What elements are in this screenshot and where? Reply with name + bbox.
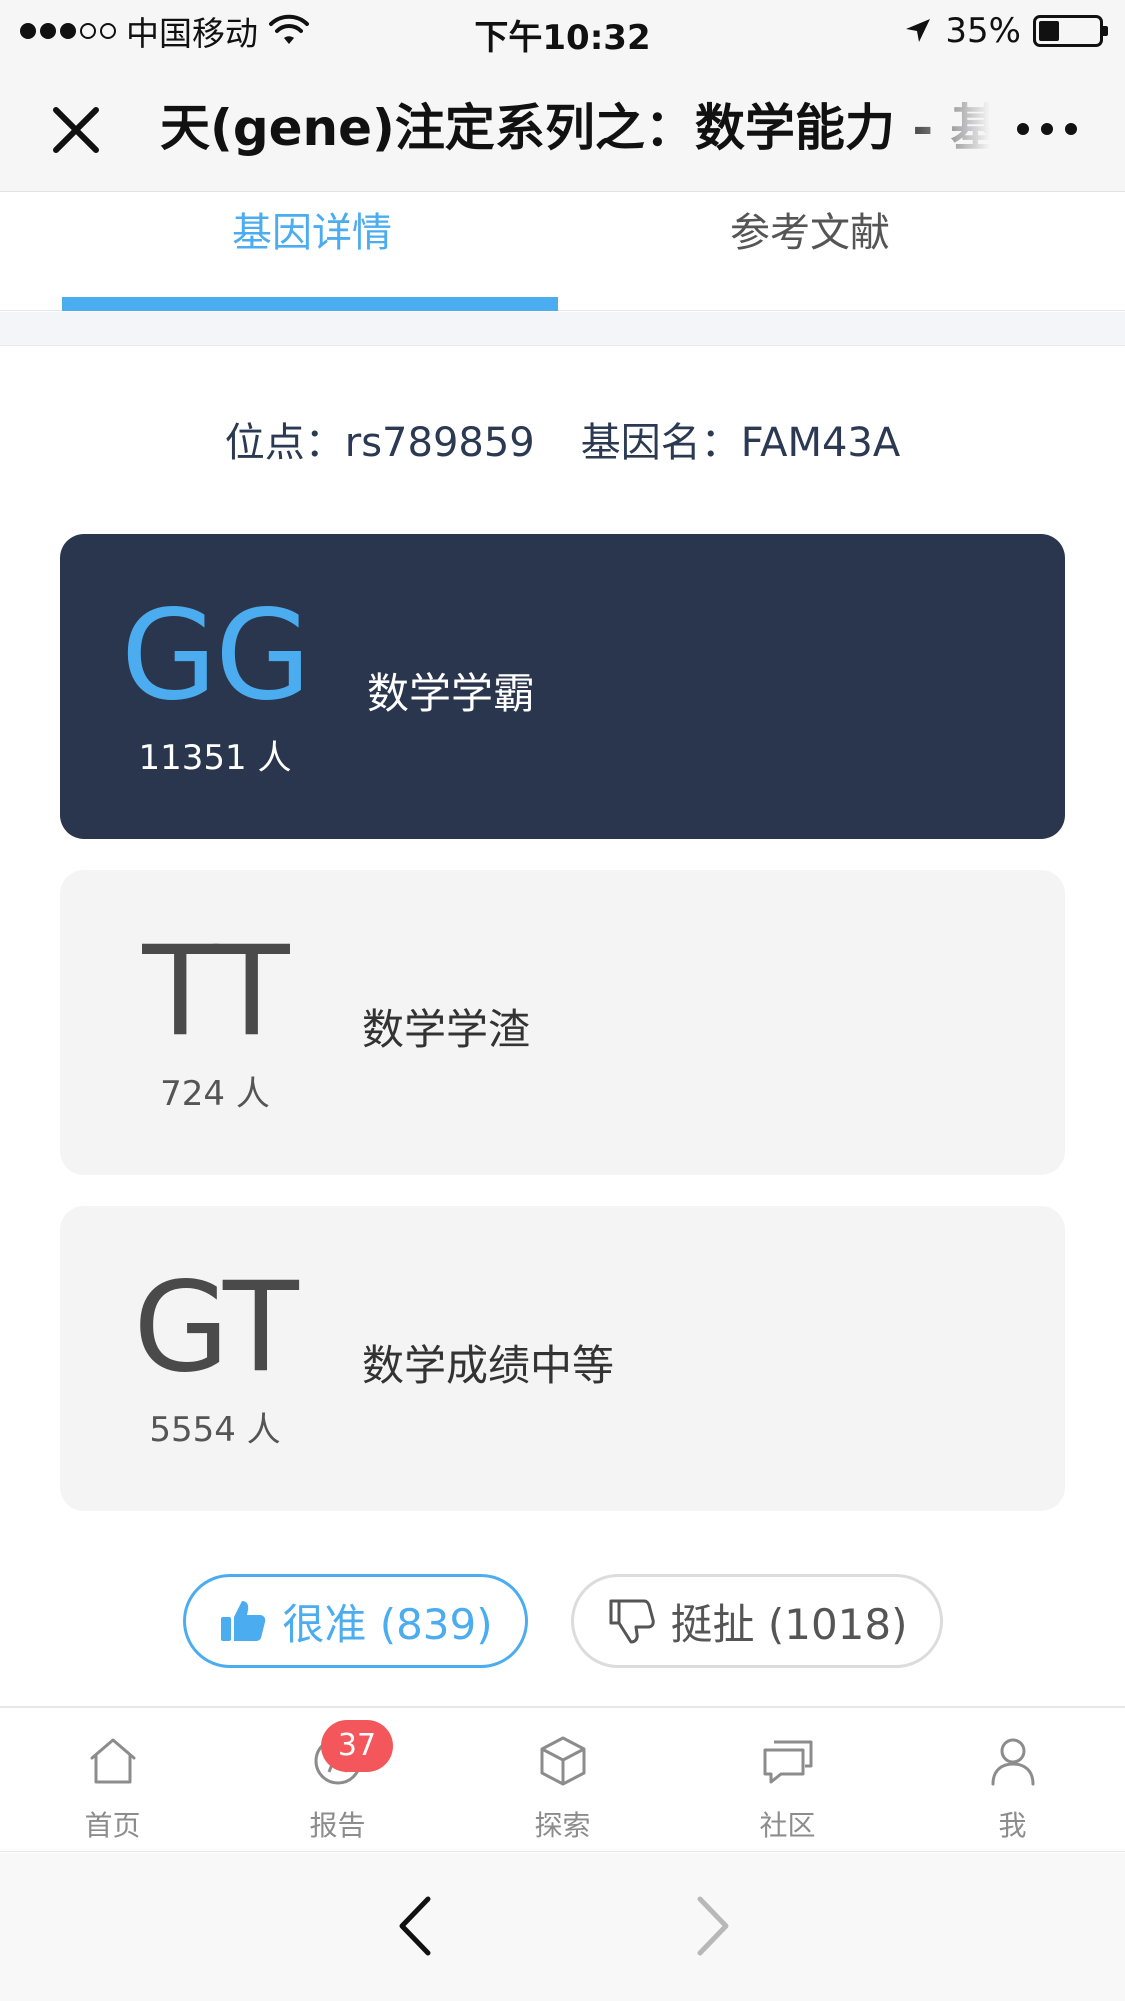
cube-icon — [540, 1736, 586, 1786]
tabbar-item-community[interactable]: 社区 — [675, 1708, 900, 1854]
tabbar-label: 社区 — [759, 1809, 816, 1842]
more-dot — [1017, 123, 1029, 135]
site-value: rs789859 — [344, 420, 535, 466]
back-arrow-icon[interactable] — [386, 1893, 446, 1959]
gene-label: 基因名： — [580, 420, 741, 466]
genotype-count: 5554 人 — [149, 1410, 281, 1450]
genotype-card-gt[interactable]: GT 5554 人 数学成绩中等 — [60, 1206, 1065, 1511]
forward-arrow-icon[interactable] — [682, 1893, 742, 1959]
more-dot — [1041, 123, 1053, 135]
tab-references[interactable]: 参考文献 — [560, 193, 1060, 311]
home-icon — [90, 1738, 136, 1784]
genotype-code: GG — [120, 584, 311, 728]
notification-badge: 37 — [321, 1720, 393, 1772]
genotype-description: 数学成绩中等 — [362, 1341, 615, 1390]
thumbs-down-icon — [609, 1599, 656, 1644]
active-tab-indicator — [62, 297, 558, 311]
bottom-tab-bar: 首页 37 报告 探索 社区 我 — [0, 1706, 1125, 1852]
location-arrow-icon — [906, 19, 931, 42]
tabbar-label: 我 — [998, 1809, 1027, 1842]
tab-gene-details[interactable]: 基因详情 — [62, 193, 562, 311]
tabbar-label: 探索 — [534, 1809, 591, 1842]
status-right: 35% — [903, 10, 1108, 52]
browser-toolbar — [0, 1853, 1125, 2001]
tabbar-item-home[interactable]: 首页 — [0, 1708, 225, 1854]
site-label: 位点： — [224, 420, 345, 466]
genotype-count: 11351 人 — [138, 738, 292, 778]
genotype-card-tt[interactable]: TT 724 人 数学学渣 — [60, 870, 1065, 1175]
tab-bar: 基因详情 参考文献 — [0, 193, 1125, 311]
battery-level — [1039, 21, 1060, 41]
genotype-description: 数学学霸 — [367, 669, 536, 718]
gene-value: FAM43A — [740, 420, 901, 466]
nonsense-vote-button[interactable]: 挺扯 (1018) — [571, 1574, 943, 1668]
status-bar: 中国移动 下午10:32 35% — [0, 0, 1125, 62]
genotype-card-gg[interactable]: GG 11351 人 数学学霸 — [60, 534, 1065, 839]
tabbar-label: 首页 — [84, 1809, 141, 1842]
tabbar-item-report[interactable]: 37 报告 — [225, 1708, 450, 1854]
accurate-vote-label: 很准 (839) — [282, 1599, 493, 1649]
accurate-vote-button[interactable]: 很准 (839) — [183, 1574, 528, 1668]
chat-icon — [763, 1740, 813, 1784]
more-dot — [1065, 123, 1077, 135]
battery-icon — [1033, 15, 1108, 47]
genotype-code: TT — [142, 920, 289, 1064]
battery-percent: 35% — [945, 11, 1021, 51]
nonsense-vote-label: 挺扯 (1018) — [670, 1599, 908, 1649]
close-icon[interactable] — [48, 102, 104, 158]
tabbar-item-me[interactable]: 我 — [900, 1708, 1125, 1854]
page-title: 天(gene)注定系列之：数学能力 - 基因详情 — [160, 99, 990, 157]
section-divider — [0, 312, 1125, 346]
nav-bar: 天(gene)注定系列之：数学能力 - 基因详情 — [0, 62, 1125, 192]
more-button[interactable] — [1017, 114, 1089, 144]
tabbar-item-explore[interactable]: 探索 — [450, 1708, 675, 1854]
locus-info: 位点：rs789859 基因名：FAM43A — [0, 410, 1125, 468]
thumbs-up-icon — [221, 1601, 266, 1641]
genotype-description: 数学学渣 — [362, 1005, 531, 1054]
user-icon — [991, 1738, 1035, 1786]
tabbar-label: 报告 — [309, 1809, 366, 1842]
genotype-code: GT — [133, 1256, 298, 1400]
genotype-count: 724 人 — [160, 1074, 270, 1114]
